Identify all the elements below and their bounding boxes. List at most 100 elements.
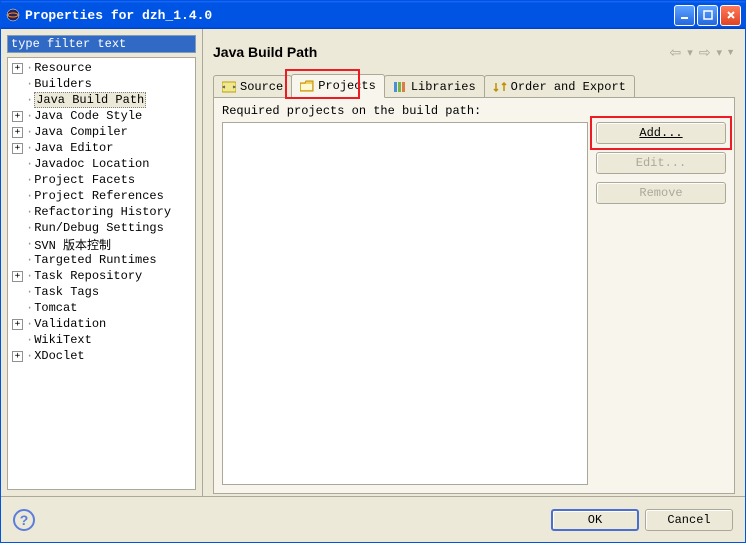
expand-icon[interactable]: +: [12, 63, 23, 74]
help-icon[interactable]: ?: [13, 509, 35, 531]
eclipse-icon: [5, 7, 21, 23]
tree-item[interactable]: +·Java Editor: [8, 140, 195, 156]
add-button[interactable]: Add...: [596, 122, 726, 144]
tree-connector: ·: [26, 301, 32, 315]
tree-item[interactable]: ·Targeted Runtimes: [8, 252, 195, 268]
tree-item-label: Refactoring History: [34, 205, 171, 219]
tree-item[interactable]: +·Validation: [8, 316, 195, 332]
tab-label: Source: [240, 80, 283, 94]
tree-connector: ·: [26, 221, 32, 235]
tree-item-label: WikiText: [34, 333, 92, 347]
properties-dialog: Properties for dzh_1.4.0 +·Resource·Buil…: [0, 0, 746, 543]
tab-projects[interactable]: Projects: [291, 74, 385, 98]
tree-item[interactable]: ·Java Build Path: [8, 92, 195, 108]
expand-icon[interactable]: +: [12, 351, 23, 362]
main-panel: Java Build Path ⇦ ▾ ⇨ ▾ ▼ Source Projects…: [203, 29, 745, 496]
tab-libraries[interactable]: Libraries: [384, 75, 485, 97]
tree-item-label: Java Editor: [34, 141, 113, 155]
tree-item[interactable]: +·Java Code Style: [8, 108, 195, 124]
tree-item[interactable]: ·Refactoring History: [8, 204, 195, 220]
tree-item[interactable]: ·Task Tags: [8, 284, 195, 300]
tree-item[interactable]: ·Tomcat: [8, 300, 195, 316]
tree-connector: ·: [26, 157, 32, 171]
window-title: Properties for dzh_1.4.0: [25, 8, 674, 23]
cancel-button[interactable]: Cancel: [645, 509, 733, 531]
window-buttons: [674, 5, 741, 26]
tree-item[interactable]: ·WikiText: [8, 332, 195, 348]
tree-item-label: Project References: [34, 189, 164, 203]
tree-item-label: Run/Debug Settings: [34, 221, 164, 235]
tree-item-label: Project Facets: [34, 173, 135, 187]
tree-connector: ·: [26, 173, 32, 187]
tree-connector: ·: [26, 333, 32, 347]
expand-icon[interactable]: +: [12, 271, 23, 282]
tree-item[interactable]: +·Java Compiler: [8, 124, 195, 140]
tree-item[interactable]: ·Builders: [8, 76, 195, 92]
libraries-icon: [393, 81, 407, 93]
tree-item-label: Builders: [34, 77, 92, 91]
tree-item[interactable]: ·Run/Debug Settings: [8, 220, 195, 236]
tree-connector: ·: [26, 317, 32, 331]
expand-icon[interactable]: +: [12, 111, 23, 122]
sidebar: +·Resource·Builders·Java Build Path+·Jav…: [1, 29, 203, 496]
page-title: Java Build Path: [213, 44, 668, 60]
tree-item-label: Task Repository: [34, 269, 142, 283]
tab-label: Libraries: [411, 80, 476, 94]
maximize-button[interactable]: [697, 5, 718, 26]
tree-connector: ·: [26, 205, 32, 219]
required-projects-label: Required projects on the build path:: [222, 104, 726, 118]
tree-connector: ·: [26, 77, 32, 91]
tree-item[interactable]: +·Task Repository: [8, 268, 195, 284]
edit-button: Edit...: [596, 152, 726, 174]
tab-source[interactable]: Source: [213, 75, 292, 97]
view-menu-icon[interactable]: ▼: [726, 47, 735, 57]
dialog-body: +·Resource·Builders·Java Build Path+·Jav…: [1, 29, 745, 496]
tree-connector: ·: [26, 237, 32, 251]
minimize-button[interactable]: [674, 5, 695, 26]
projects-icon: [300, 80, 314, 92]
tab-bar: Source Projects Libraries Order and Export: [213, 73, 735, 97]
category-tree[interactable]: +·Resource·Builders·Java Build Path+·Jav…: [7, 57, 196, 490]
remove-button: Remove: [596, 182, 726, 204]
tree-item-label: Javadoc Location: [34, 157, 149, 171]
ok-button[interactable]: OK: [551, 509, 639, 531]
tree-item[interactable]: ·Project References: [8, 188, 195, 204]
dialog-footer: ? OK Cancel: [1, 496, 745, 542]
tree-connector: ·: [26, 109, 32, 123]
tree-item-label: Java Compiler: [34, 125, 128, 139]
tree-connector: ·: [26, 125, 32, 139]
tree-connector: ·: [26, 189, 32, 203]
titlebar[interactable]: Properties for dzh_1.4.0: [1, 1, 745, 29]
tree-item[interactable]: ·Javadoc Location: [8, 156, 195, 172]
tree-connector: ·: [26, 285, 32, 299]
order-icon: [493, 81, 507, 93]
tree-item[interactable]: ·SVN 版本控制: [8, 236, 195, 252]
expand-icon[interactable]: +: [12, 127, 23, 138]
tree-item-label: Targeted Runtimes: [34, 253, 156, 267]
tab-order-and-export[interactable]: Order and Export: [484, 75, 635, 97]
tab-content: Required projects on the build path: Add…: [213, 97, 735, 494]
tree-connector: ·: [26, 141, 32, 155]
tab-label: Projects: [318, 79, 376, 93]
filter-input[interactable]: [7, 35, 196, 53]
tree-item[interactable]: ·Project Facets: [8, 172, 195, 188]
tree-connector: ·: [26, 93, 32, 107]
button-column: Add... Edit... Remove: [596, 122, 726, 485]
expand-icon[interactable]: +: [12, 319, 23, 330]
tree-item-label: Validation: [34, 317, 106, 331]
back-icon[interactable]: ⇦: [668, 44, 684, 61]
tree-item[interactable]: +·XDoclet: [8, 348, 195, 364]
tree-connector: ·: [26, 253, 32, 267]
projects-list[interactable]: [222, 122, 588, 485]
tree-item-label: Tomcat: [34, 301, 77, 315]
tab-label: Order and Export: [511, 80, 626, 94]
tree-item-label: Task Tags: [34, 285, 99, 299]
tree-item-label: XDoclet: [34, 349, 84, 363]
forward-icon[interactable]: ⇨: [697, 44, 713, 61]
tree-item-label: Java Code Style: [34, 109, 142, 123]
nav-buttons: ⇦ ▾ ⇨ ▾ ▼: [668, 44, 735, 61]
tree-item[interactable]: +·Resource: [8, 60, 195, 76]
expand-icon[interactable]: +: [12, 143, 23, 154]
close-button[interactable]: [720, 5, 741, 26]
tree-connector: ·: [26, 269, 32, 283]
